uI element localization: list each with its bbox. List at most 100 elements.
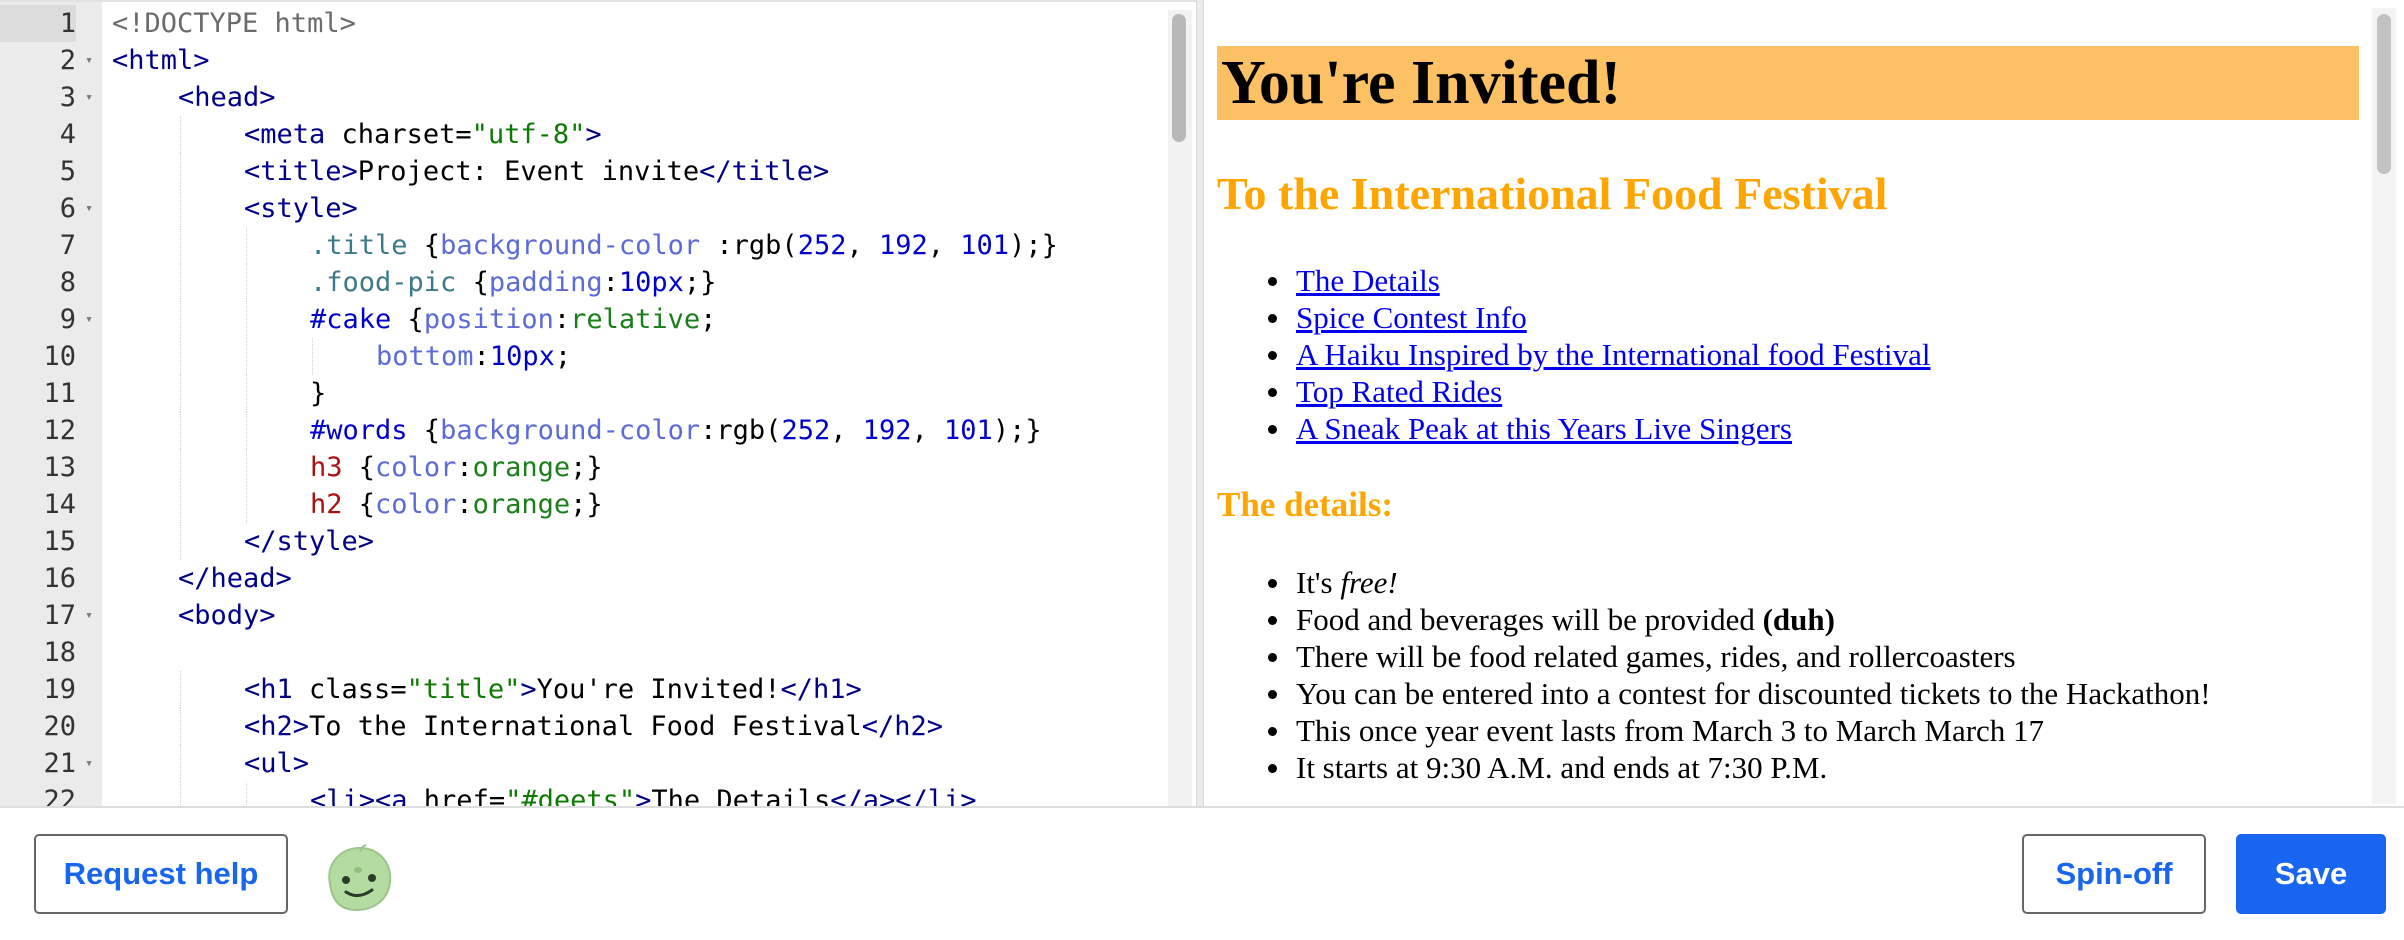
detail-emphasis: free! (1340, 565, 1398, 600)
code-text[interactable]: <h1 class="title">You're Invited!</h1> (244, 671, 862, 708)
preview-scrollbar-thumb[interactable] (2377, 14, 2391, 174)
preview-link-list: The Details Spice Contest Info A Haiku Ins… (1204, 262, 1931, 447)
code-line[interactable]: 12 #words {background-color:rgb(252, 192,… (0, 412, 1200, 449)
code-text[interactable]: </head> (178, 560, 292, 597)
code-line[interactable]: 8 .food-pic {padding:10px;} (0, 264, 1200, 301)
code-token: <body> (178, 600, 276, 631)
code-line[interactable]: 20 <h2>To the International Food Festival… (0, 708, 1200, 745)
detail-text: It starts at 9:30 A.M. and ends at 7:30 … (1296, 750, 1828, 785)
code-line[interactable]: 13 h3 {color:orange;} (0, 449, 1200, 486)
code-text[interactable]: <h2>To the International Food Festival</… (244, 708, 943, 745)
code-token: </style> (244, 526, 375, 557)
code-token: 10px (618, 267, 684, 298)
detail-text: Food and beverages will be provided (1296, 602, 1763, 637)
code-lines[interactable]: 1 <!DOCTYPE html> 2 ▾ <html> 3 ▾ <head> 4 <meta c… (0, 5, 1200, 808)
editor-scrollbar[interactable] (1168, 10, 1192, 806)
code-line[interactable]: 10 bottom:10px; (0, 338, 1200, 375)
code-token: : (602, 267, 619, 298)
code-text[interactable]: </style> (244, 523, 374, 560)
preview-link[interactable]: The Details (1296, 263, 1440, 298)
code-text[interactable]: <head> (178, 79, 276, 116)
code-token: 10px (489, 341, 555, 372)
code-token: = (390, 674, 407, 705)
code-line[interactable]: 14 h2 {color:orange;} (0, 486, 1200, 523)
fold-arrow-icon[interactable]: ▾ (82, 745, 96, 782)
line-number: 21 (43, 748, 76, 779)
line-number: 18 (43, 637, 76, 668)
code-text[interactable]: #cake {position:relative; (310, 301, 716, 338)
fold-arrow-icon[interactable]: ▾ (82, 79, 96, 116)
preview-link[interactable]: Spice Contest Info (1296, 300, 1527, 335)
line-number: 20 (43, 711, 76, 742)
indent-guide (180, 523, 181, 560)
code-text[interactable]: <!DOCTYPE html> (112, 5, 356, 42)
indent-guide (180, 486, 181, 523)
line-number: 8 (59, 267, 76, 298)
code-token: ; (554, 341, 572, 372)
code-text[interactable]: .title {background-color :rgb(252, 192, … (310, 227, 1058, 264)
code-token: = (455, 119, 472, 150)
request-help-button[interactable]: Request help (34, 834, 288, 914)
code-token: relative (570, 304, 701, 335)
fold-arrow-icon[interactable]: ▾ (82, 42, 96, 79)
code-line[interactable]: 4 <meta charset="utf-8"> (0, 116, 1200, 153)
code-line[interactable]: 2 ▾ <html> (0, 42, 1200, 79)
code-line[interactable]: 6 ▾ <style> (0, 190, 1200, 227)
code-line[interactable]: 1 <!DOCTYPE html> (0, 5, 1200, 42)
code-line[interactable]: 3 ▾ <head> (0, 79, 1200, 116)
preview-link[interactable]: Top Rated Rides (1296, 374, 1502, 409)
code-token: background-color (440, 415, 701, 446)
pane-splitter[interactable] (1196, 0, 1204, 806)
code-line[interactable]: 18 (0, 634, 1200, 671)
line-number: 17 (43, 600, 76, 631)
line-number: 5 (59, 156, 76, 187)
code-text[interactable]: .food-pic {padding:10px;} (310, 264, 716, 301)
fold-arrow-icon[interactable]: ▾ (82, 597, 96, 634)
code-line[interactable]: 11} (0, 375, 1200, 412)
code-token: { (358, 452, 376, 483)
code-text[interactable]: <meta charset="utf-8"> (244, 116, 602, 153)
code-token: 192 (862, 415, 912, 446)
code-text[interactable]: #words {background-color:rgb(252, 192, 1… (310, 412, 1042, 449)
code-line[interactable]: 7 .title {background-color :rgb(252, 192,… (0, 227, 1200, 264)
code-line[interactable]: 15 </style> (0, 523, 1200, 560)
code-text[interactable]: h2 {color:orange;} (310, 486, 603, 523)
code-line[interactable]: 17 ▾ <body> (0, 597, 1200, 634)
indent-guide (180, 338, 181, 375)
code-text[interactable]: } (310, 375, 326, 412)
code-line[interactable]: 21 ▾ <ul> (0, 745, 1200, 782)
code-token: ;} (570, 452, 603, 483)
save-button[interactable]: Save (2236, 834, 2386, 914)
code-text[interactable]: <ul> (244, 745, 309, 782)
preview-scrollbar[interactable] (2372, 8, 2396, 804)
code-token: { (472, 267, 489, 298)
code-text[interactable]: h3 {color:orange;} (310, 449, 603, 486)
line-number: 10 (43, 341, 76, 372)
code-line[interactable]: 16 </head> (0, 560, 1200, 597)
code-text[interactable]: <style> (244, 190, 358, 227)
code-line[interactable]: 9 ▾ #cake {position:relative; (0, 301, 1200, 338)
code-line[interactable]: 19 <h1 class="title">You're Invited!</h1> (0, 671, 1200, 708)
code-text[interactable]: <li><a href="#deets">The Details</a></li… (310, 782, 977, 808)
code-text[interactable]: <body> (178, 597, 276, 634)
code-line[interactable]: 22 <li><a href="#deets">The Details</a></… (0, 782, 1200, 808)
line-number: 11 (43, 378, 76, 409)
code-text[interactable]: <title>Project: Event invite</title> (244, 153, 829, 190)
code-line[interactable]: 5 <title>Project: Event invite</title> (0, 153, 1200, 190)
fold-arrow-icon[interactable]: ▾ (82, 301, 96, 338)
indent-guide (246, 449, 247, 486)
code-text[interactable]: bottom:10px; (376, 338, 571, 375)
code-editor[interactable]: 1 <!DOCTYPE html> 2 ▾ <html> 3 ▾ <head> 4 <meta c… (0, 0, 1200, 808)
preview-details-heading: The details: (1217, 485, 1393, 524)
code-token: orange (472, 452, 571, 483)
fold-arrow-icon[interactable]: ▾ (82, 190, 96, 227)
indent-guide (246, 375, 247, 412)
preview-link[interactable]: A Haiku Inspired by the International fo… (1296, 337, 1931, 372)
editor-scrollbar-thumb[interactable] (1172, 14, 1186, 142)
code-token: = (488, 785, 506, 808)
preview-link[interactable]: A Sneak Peak at this Years Live Singers (1296, 411, 1792, 446)
code-token: To the International Food Festival (309, 711, 862, 742)
spin-off-button[interactable]: Spin-off (2022, 834, 2206, 914)
line-number: 15 (43, 526, 76, 557)
code-text[interactable]: <html> (112, 42, 210, 79)
